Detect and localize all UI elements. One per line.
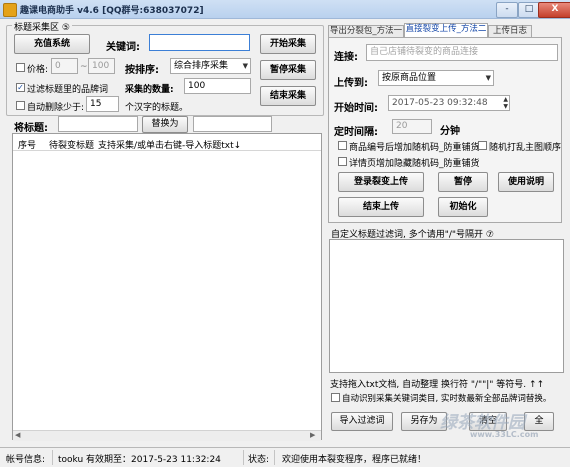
interval-label: 定时间隔: [334,127,378,138]
minimize-button[interactable]: - [496,2,518,18]
pause-collect-button[interactable]: 暂停采集 [260,60,316,80]
chevron-down-icon: ▼ [242,62,248,70]
collect-group-label: 标题采集区 ⑤ [12,20,72,33]
close-button[interactable]: X [538,2,570,18]
watermark-url: www.33LC.com [470,430,539,439]
price-min-input[interactable]: 0 [51,58,78,74]
count-input[interactable]: 100 [184,78,251,94]
table-hscrollbar[interactable]: ◀ ▶ [13,430,321,441]
interval-input[interactable]: 20 [392,119,432,134]
scroll-left-icon[interactable]: ◀ [15,431,20,439]
help-button[interactable]: 使用说明 [498,172,554,192]
import-filter-words-button[interactable]: 导入过滤词 [331,412,393,431]
auto-identify-checkbox[interactable] [331,393,340,402]
filter-brand-label: 过滤标题里的品牌词 [27,85,109,95]
start-collect-button[interactable]: 开始采集 [260,34,316,54]
account-value: tooku 有效期至：2017-5-23 11:32:24 [58,455,221,465]
table-header-divider [13,150,321,151]
link-label: 连接: [334,52,358,63]
shuffle-images-checkbox[interactable] [478,141,487,150]
upload-to-select[interactable]: 按原商品位置 ▼ [378,70,494,86]
status-divider [52,450,53,465]
state-value: 欢迎使用本裂变程序，程序已就绪！ [282,455,427,465]
hidden-code-label: 详情页增加隐藏随机码_防重铺货 [349,159,480,169]
account-label: 帐号信息: [6,455,46,465]
random-code-checkbox[interactable] [338,141,347,150]
filter-words-textarea[interactable] [329,239,564,373]
price-tilde: ~ [80,62,88,72]
filter-words-hint: 支持拖入txt文档, 自动整理 换行符 "/""|" 等符号. ↑↑ [330,380,545,390]
chevron-down-icon: ▼ [485,74,491,82]
interval-unit: 分钟 [440,126,460,137]
title-replace-label: 将标题: [14,123,48,134]
start-time-input[interactable]: 2017-05-23 09:32:48 ▲ ▼ [388,95,510,111]
count-label: 采集的数量: [125,85,174,95]
upload-to-value: 按原商品位置 [382,73,437,83]
spin-updown-icon[interactable]: ▲ ▼ [503,96,508,110]
maximize-button[interactable]: □ [518,2,540,18]
price-max-input[interactable]: 100 [88,58,115,74]
title-bar: 趣课电商助手 v4.6 [QQ群号:638037072] - □ X [0,0,570,19]
title-from-input[interactable] [58,116,138,132]
sort-select[interactable]: 综合排序采集 ▼ [170,58,251,74]
upload-to-label: 上传到: [334,78,368,89]
tab-upload-log[interactable]: 上传日志 [488,25,532,37]
keyword-label: 关键词: [106,42,140,53]
state-label: 状态: [248,455,270,465]
init-button[interactable]: 初始化 [438,197,488,217]
title-to-input[interactable] [193,116,272,132]
shuffle-images-label: 随机打乱主图顺序 [489,143,562,153]
hidden-code-checkbox[interactable] [338,157,347,166]
end-collect-button[interactable]: 结束采集 [260,86,316,106]
app-icon [3,3,17,17]
replace-button[interactable]: 替换为 [142,116,188,133]
status-bar: 帐号信息: tooku 有效期至：2017-5-23 11:32:24 状态: … [0,447,570,467]
start-time-label: 开始时间: [334,103,378,114]
status-divider [243,450,244,465]
tab-export-method1[interactable]: 导出分裂包_方法一 [328,25,404,37]
auto-delete-label: 自动删除少于: [27,103,85,113]
random-code-label: 商品编号后增加随机码_防重铺货 [349,143,480,153]
login-upload-button[interactable]: 登录裂变上传 [338,172,424,192]
extra-button[interactable]: 全 [524,412,554,431]
auto-delete-suffix: 个汉字的标题。 [125,103,189,113]
recharge-button[interactable]: 充值系统 [14,34,90,54]
price-checkbox[interactable] [16,63,25,72]
scroll-right-icon[interactable]: ▶ [310,431,315,439]
status-divider [274,450,275,465]
auto-identify-label: 自动识别采集关键词类目, 实时数最新全部品牌词替换。 [342,394,552,404]
keyword-input[interactable] [149,34,250,51]
window-title: 趣课电商助手 v4.6 [QQ群号:638037072] [20,6,204,16]
pause-upload-button[interactable]: 暂停 [438,172,488,192]
start-time-value: 2017-05-23 09:32:48 [392,98,488,108]
filter-brand-checkbox[interactable]: ✓ [16,83,25,92]
sort-select-value: 综合排序采集 [174,61,229,71]
title-table[interactable]: 序号 待裂变标题 支持采集/或单击右键-导入标题txt↓ ◀ ▶ [12,133,322,441]
price-label: 价格: [27,65,49,75]
auto-delete-input[interactable]: 15 [86,96,119,112]
tab-direct-upload-method2[interactable]: 直接裂变上传_方法二 [404,23,488,37]
auto-delete-checkbox[interactable] [16,101,25,110]
sort-label: 按排序: [125,65,159,76]
link-input[interactable]: 自己店铺待裂变的商品连接 [366,44,558,61]
end-upload-button[interactable]: 结束上传 [338,197,424,217]
